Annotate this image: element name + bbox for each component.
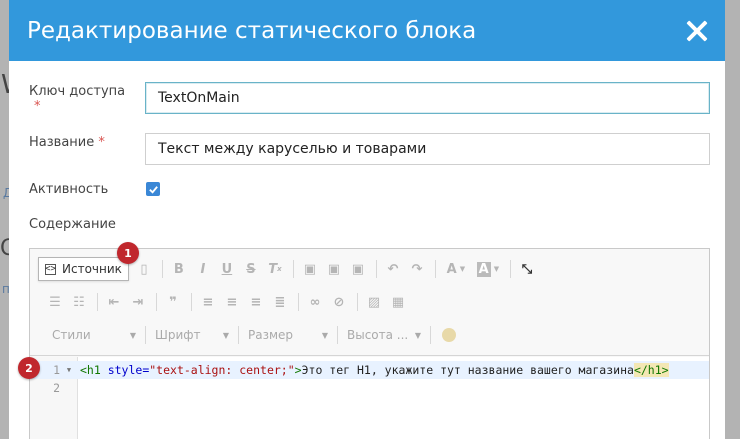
size-combo[interactable]: Размер ▼ (244, 324, 332, 346)
blockquote-icon[interactable]: ❞ (162, 291, 184, 313)
bg-color-icon[interactable]: A ▼ (473, 258, 503, 280)
align-center-icon[interactable]: ≡ (221, 291, 243, 313)
access-key-label: Ключ доступа * (29, 84, 126, 114)
code-text: <h1 style="text-align: center;">Это тег … (76, 363, 669, 377)
indent-icon[interactable]: ⇥ (127, 291, 149, 313)
italic-icon[interactable]: I (192, 258, 214, 280)
paste-icon[interactable]: ▣ (299, 258, 321, 280)
code-line[interactable]: 1 ▼ <h1 style="text-align: center;">Это те… (30, 361, 709, 379)
styles-combo[interactable]: Стили ▼ (48, 324, 140, 346)
code-token: style= (100, 363, 150, 377)
paste-word-icon[interactable]: ▣ (347, 258, 369, 280)
bulleted-list-icon[interactable]: ☷ (68, 291, 90, 313)
strike-icon[interactable]: S (240, 258, 262, 280)
editor-toolbar: <> Источник ▯ B I U S Tx ▣ ▣ ▣ ↶ ↷ A ▼ A ▼ (30, 249, 709, 356)
code-line[interactable]: 2 (30, 379, 709, 397)
toolbar-separator (191, 293, 192, 311)
maximize-icon[interactable]: ⤡ (516, 258, 538, 280)
line-number: 2 (53, 381, 60, 395)
redo-icon[interactable]: ↷ (406, 258, 428, 280)
align-left-icon[interactable]: ≡ (197, 291, 219, 313)
required-mark: * (34, 99, 41, 114)
required-mark: * (98, 135, 105, 150)
unlink-icon[interactable]: ⊘ (328, 291, 350, 313)
step-badge-2: 2 (18, 357, 40, 379)
code-token: > (294, 363, 302, 377)
smiley-icon[interactable] (442, 328, 456, 342)
toolbar-row-2: ☰ ☷ ⇤ ⇥ ❞ ≡ ≡ ≡ ≣ ∞ ⊘ ▨ ▦ (38, 291, 411, 313)
toolbar-separator (97, 293, 98, 311)
source-button[interactable]: <> Источник (38, 257, 129, 281)
wysiwyg-editor: <> Источник ▯ B I U S Tx ▣ ▣ ▣ ↶ ↷ A ▼ A ▼ (29, 248, 710, 439)
source-icon: <> (45, 263, 56, 275)
undo-icon[interactable]: ↶ (382, 258, 404, 280)
modal-header: Редактирование статического блока (9, 0, 725, 61)
copy-format-icon[interactable]: ▯ (133, 258, 155, 280)
paste-text-icon[interactable]: ▣ (323, 258, 345, 280)
font-combo[interactable]: Шрифт ▼ (151, 324, 233, 346)
toolbar-separator (156, 293, 157, 311)
justify-icon[interactable]: ≣ (269, 291, 291, 313)
underline-icon[interactable]: U (216, 258, 238, 280)
link-icon[interactable]: ∞ (304, 291, 326, 313)
name-label: Название * (29, 135, 105, 150)
code-token: Это тег H1, укажите тут название вашего … (301, 363, 634, 377)
image-icon[interactable]: ▨ (363, 291, 385, 313)
edit-static-block-modal: Редактирование статического блока Ключ д… (9, 0, 725, 439)
text-color-icon[interactable]: A ▼ (441, 258, 471, 280)
align-right-icon[interactable]: ≡ (245, 291, 267, 313)
active-label: Активность (29, 182, 109, 197)
toolbar-separator (357, 293, 358, 311)
code-editor[interactable]: 1 ▼ <h1 style="text-align: center;">Это те… (30, 357, 709, 439)
active-checkbox[interactable] (146, 182, 160, 196)
active-row: Активность (29, 182, 108, 197)
line-height-combo[interactable]: Высота ... ▼ (343, 324, 425, 346)
access-key-input[interactable]: TextOnMain (145, 82, 710, 114)
modal-title: Редактирование статического блока (27, 17, 477, 44)
toolbar-row-1: <> Источник ▯ B I U S Tx ▣ ▣ ▣ ↶ ↷ A ▼ A ▼ (38, 257, 540, 281)
outdent-icon[interactable]: ⇤ (103, 291, 125, 313)
bold-icon[interactable]: B (168, 258, 190, 280)
toolbar-separator (509, 260, 511, 278)
source-button-label: Источник (62, 262, 122, 276)
name-row: Название * (29, 135, 105, 150)
code-token: </h1> (633, 363, 669, 377)
toolbar-separator (337, 326, 338, 344)
code-token: <h1 (80, 363, 101, 377)
numbered-list-icon[interactable]: ☰ (44, 291, 66, 313)
toolbar-row-3: Стили ▼ Шрифт ▼ Размер ▼ Высота ... ▼ (38, 324, 456, 346)
toolbar-separator (292, 260, 294, 278)
toolbar-separator (298, 293, 299, 311)
step-badge-1: 1 (117, 242, 139, 264)
toolbar-separator (238, 326, 239, 344)
toolbar-separator (434, 260, 436, 278)
close-icon[interactable] (686, 20, 708, 42)
toolbar-separator (161, 260, 163, 278)
toolbar-separator (430, 326, 431, 344)
table-icon[interactable]: ▦ (387, 291, 409, 313)
toolbar-separator (375, 260, 377, 278)
clear-format-icon[interactable]: Tx (264, 258, 286, 280)
content-row: Содержание (29, 217, 116, 232)
check-icon (148, 185, 158, 194)
access-key-row: Ключ доступа * (29, 84, 125, 114)
name-input[interactable]: Текст между каруселью и товарами (145, 133, 710, 165)
content-label: Содержание (29, 217, 116, 232)
fold-arrow-icon[interactable]: ▼ (62, 366, 76, 374)
toolbar-separator (145, 326, 146, 344)
code-token: "text-align: center;" (149, 363, 295, 377)
